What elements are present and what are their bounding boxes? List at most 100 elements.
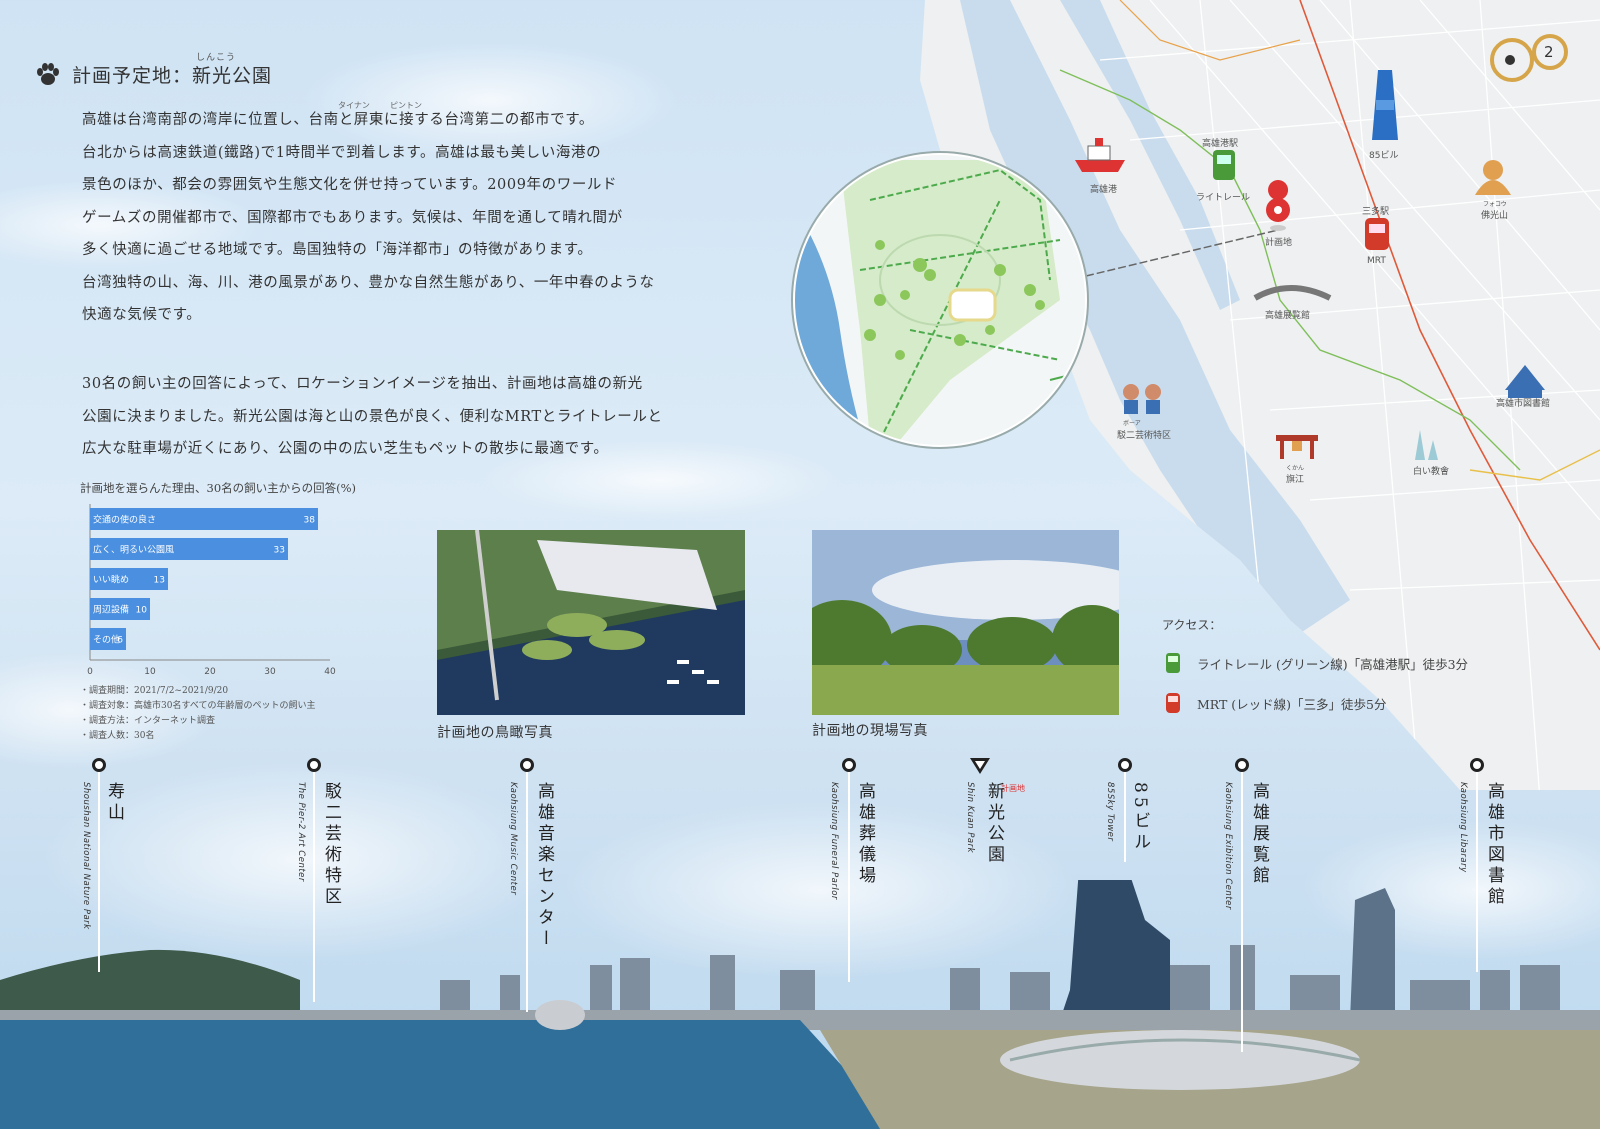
bar-category-label: 周辺設備 [93, 604, 129, 616]
site-tag: 計画地 [1001, 784, 1025, 793]
reason-line: 30名の飼い主の回答によって、ロケーションイメージを抽出、計画地は高雄の新光 [82, 376, 643, 392]
map-label-mrt: MRT [1367, 256, 1386, 266]
survey-note: ・調査人数：30名 [80, 731, 155, 741]
exhibition-icon [1253, 285, 1332, 301]
map-ruby-pier2: ボーア [1123, 420, 1141, 427]
ship-icon [1075, 138, 1125, 172]
map-ruby-cijin: くかん [1286, 465, 1305, 472]
survey-note: ・調査期間：2021/7/2~2021/9/20 [80, 686, 229, 696]
bar-value-label: 10 [136, 606, 148, 616]
intro-line: 台北からは高速鉄道(鐵路)で1時間半で到着します。高雄は最も美しい海港の [82, 144, 602, 161]
reason-line: 広大な駐車場が近くにあり、公園の中の広い芝生もペットの散歩に最適です。 [82, 441, 609, 457]
bar-category-label: その他 [93, 634, 120, 646]
access-title: アクセス： [1162, 618, 1222, 632]
landmark-en: Kaohsiung Music Center [508, 782, 518, 896]
x-tick-label: 30 [264, 667, 276, 677]
intro-line: 快適な気候です。 [82, 307, 202, 323]
landmark-en: Shoushan National Nature Park [81, 782, 91, 930]
survey-note: ・調査対象：高雄市30名すべての年齢層のペットの飼い主 [80, 701, 316, 711]
landmark-jp: 新光公園 [984, 782, 1004, 866]
site-pin-icon [1266, 180, 1290, 231]
landmark-pin [842, 758, 856, 772]
pier2-icon [1123, 384, 1161, 414]
access-text: MRT (レッド線)「三多」徒歩5分 [1197, 696, 1387, 712]
buddha-icon [1475, 160, 1511, 195]
landmark-jp: 高雄音楽センター [534, 782, 554, 950]
aerial-photo [437, 530, 745, 715]
map-label-church: 白い教會 [1413, 467, 1450, 477]
mrt-train-icon [1365, 218, 1389, 250]
bar-value-label: 33 [274, 546, 285, 556]
landmark-jp: 85ビル [1130, 782, 1150, 854]
map-label-sanduo: 三多駅 [1362, 207, 1390, 217]
map-label-pier2: 駁二芸術特区 [1117, 431, 1172, 441]
landmark-pin [1470, 758, 1484, 772]
landmark-en: Kaohsiung Libarary [1458, 782, 1468, 873]
church-icon [1415, 430, 1438, 460]
map-label-port: 高雄港 [1090, 185, 1118, 195]
page-title: 計画予定地：新光公園 [72, 64, 273, 87]
logo-number: 2 [1544, 43, 1554, 61]
reason-paragraph: 30名の飼い主の回答によって、ロケーションイメージを抽出、計画地は高雄の新光 公… [82, 368, 722, 466]
landmark-en: Kaohsiung Funeral Parlor [829, 782, 839, 900]
intro-line: ゲームズの開催都市で、国際都市でもあります。気候は、年間を通して晴れ間が [82, 209, 623, 226]
x-tick-label: 0 [87, 667, 93, 677]
paw-icon [37, 63, 59, 85]
landmark-pin [520, 758, 534, 772]
bar-category-label: 交通の使の良さ [93, 514, 156, 526]
map-label-exhibition: 高雄展覧館 [1265, 311, 1311, 321]
map-label-library: 高雄市図書館 [1496, 399, 1551, 409]
landmark-pin [307, 758, 321, 772]
intro-line: 景色のほか、都会の雰囲気や生態文化を併せ持っています。2009年のワールド [82, 177, 618, 193]
landmark-jp: 寿山 [104, 782, 124, 824]
bar-value-label: 38 [304, 516, 316, 526]
map-label-foguang: 佛光山 [1481, 211, 1509, 221]
survey-notes: ・調査期間：2021/7/2~2021/9/20 ・調査対象：高雄市30名すべて… [80, 684, 315, 744]
intro-line: 台湾独特の山、海、川、港の風景があり、豊かな自然生態があり、一年中春のような [82, 274, 655, 291]
map-label-light-rail: ライトレール [1196, 193, 1251, 203]
page-header: 計画予定地：新光公園 [34, 60, 272, 88]
landmark-pin [1118, 758, 1132, 772]
map-label-site: 計画地 [1265, 238, 1293, 248]
bar-value-label: 6 [117, 636, 123, 646]
map-label-cijin: 旗江 [1286, 475, 1305, 485]
access-text: ライトレール (グリーン線)「高雄港駅」徒歩3分 [1197, 656, 1469, 672]
site-photo [812, 530, 1119, 715]
chart-title: 計画地を選らんた理由、30名の飼い主からの回答(%) [80, 481, 357, 495]
map-label-tower: 85ビル [1369, 151, 1399, 161]
intro-paragraph: 高雄は台湾南部の湾岸に位置し、台南と屏東に接する台湾第二の都市です。 台北からは… [82, 104, 722, 332]
intro-line: 多く快適に過ごせる地域です。島国独特の「海洋都市」の特徴があります。 [82, 242, 593, 258]
intro-line: 高雄は台湾南部の湾岸に位置し、台南と屏東に接する台湾第二の都市です。 [82, 112, 594, 128]
landmark-jp: 駁二芸術特区 [321, 782, 341, 908]
reason-bar-chart: 交通の使の良さ 38 広く、明るい公園風 33 いい眺め 13 周辺設備 10 その他6 0 10 2… [87, 504, 336, 677]
bar-value-label: 13 [154, 576, 165, 586]
landmark-jp: 高雄展覧館 [1249, 782, 1269, 887]
landmark-en: The Pier-2 Art Center [296, 782, 306, 882]
landmark-en: Shin Kuan Park [965, 782, 975, 854]
reason-line: 公園に決まりました。新光公園は海と山の景色が良く、便利なMRTとライトレールと [82, 408, 663, 425]
logo-icon [1490, 34, 1568, 82]
aerial-caption: 計画地の鳥瞰写真 [437, 725, 553, 741]
bar-category-label: いい眺め [93, 574, 129, 586]
landmark-pin [92, 758, 106, 772]
map-label-port-station: 高雄港駅 [1202, 139, 1239, 149]
landmark-jp: 高雄市図書館 [1484, 782, 1504, 908]
site-caption: 計画地の現場写真 [812, 723, 928, 739]
survey-note: ・調査方法：インターネット調査 [80, 716, 216, 726]
landmark-jp: 高雄葬儀場 [855, 782, 875, 887]
landmark-pin [1235, 758, 1249, 772]
gate-icon [1276, 435, 1318, 459]
access-item-mrt: MRT (レッド線)「三多」徒歩5分 [1165, 692, 1387, 714]
landmark-en: 85Sky Tower [1105, 782, 1115, 842]
map-ruby-foguang: フォコウ [1483, 201, 1507, 208]
library-icon [1505, 365, 1545, 398]
tram-icon [1213, 150, 1235, 180]
tower-icon [1372, 70, 1398, 140]
access-item-lightrail: ライトレール (グリーン線)「高雄港駅」徒歩3分 [1165, 652, 1468, 674]
bar-category-label: 広く、明るい公園風 [93, 544, 174, 556]
x-tick-label: 10 [144, 667, 156, 677]
x-tick-label: 40 [324, 667, 336, 677]
landmark-en: Kaohsiung Exibition Center [1223, 782, 1233, 910]
train-icon [1166, 693, 1180, 713]
x-tick-label: 20 [204, 667, 216, 677]
